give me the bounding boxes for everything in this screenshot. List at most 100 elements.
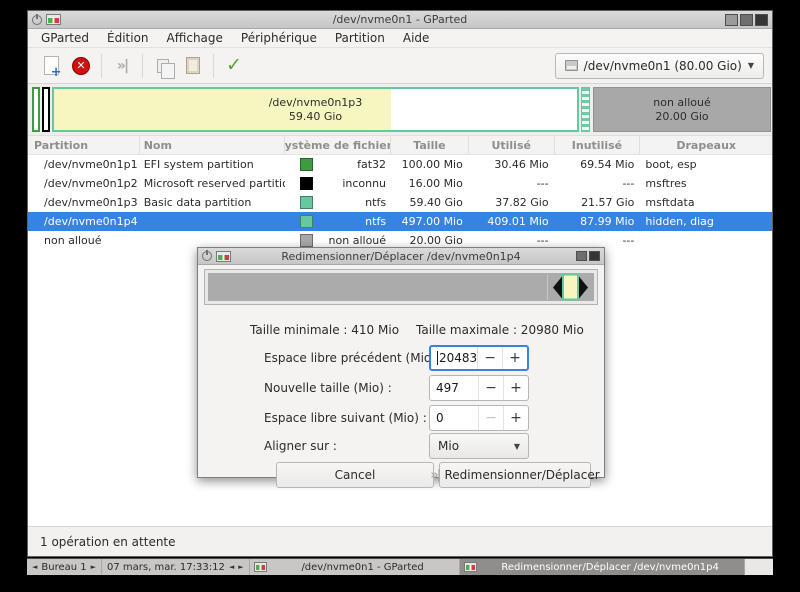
taskbar-task-gparted[interactable]: /dev/nvme0n1 - GParted	[250, 559, 460, 575]
partition-size: 20.00 Gio	[391, 234, 469, 247]
resize-move-button[interactable]: »|	[107, 52, 137, 80]
disk-bar-partition-p4-selected[interactable]	[581, 87, 590, 132]
taskbar-task-resize-dialog-active[interactable]: Redimensionner/Déplacer /dev/nvme0n1p4	[460, 559, 744, 575]
workspace-next-icon[interactable]: ►	[91, 563, 96, 571]
fs-type: fat32	[357, 158, 391, 171]
partition-flags: msftres	[640, 177, 772, 190]
partition-name: EFI system partition	[140, 158, 286, 171]
resize-move-apply-button[interactable]: »| Redimensionner/Déplacer	[439, 462, 591, 488]
disk-bar-partition-p1[interactable]	[32, 87, 40, 132]
resize-move-icon: »|	[430, 468, 439, 483]
disk-bar-unallocated[interactable]: non alloué 20.00 Gio	[593, 87, 771, 132]
fs-color-swatch	[300, 234, 313, 247]
partition-size: 100.00 Mio	[391, 158, 469, 171]
align-to-dropdown[interactable]: Mio ▼	[429, 433, 529, 459]
menu-gparted[interactable]: GParted	[32, 29, 98, 48]
free-space-after-value[interactable]: 0	[430, 411, 478, 425]
header-drapeaux[interactable]: Drapeaux	[640, 136, 772, 154]
new-size-spinner[interactable]: 497 − +	[429, 375, 529, 401]
partition-size: 16.00 Mio	[391, 177, 469, 190]
free-space-before-spinner[interactable]: 20483 − +	[429, 345, 529, 371]
apply-operations-button[interactable]: ✓	[219, 52, 249, 80]
header-taille[interactable]: Taille	[391, 136, 469, 154]
free-space-before-value[interactable]: 20483	[431, 351, 477, 365]
paste-button[interactable]	[178, 52, 208, 80]
chevron-down-icon: ▼	[514, 442, 520, 451]
menu-peripherique[interactable]: Périphérique	[232, 29, 326, 48]
delete-partition-button[interactable]: ✕	[66, 52, 96, 80]
plus-button[interactable]: +	[502, 347, 527, 369]
disk-bar-unallocated-label: non alloué	[653, 96, 711, 110]
header-partition[interactable]: Partition	[28, 136, 140, 154]
fs-type: non alloué	[329, 234, 392, 247]
clock-next-icon[interactable]: ►	[238, 563, 243, 571]
partition-unused: 69.54 Mio	[555, 158, 641, 171]
plus-button[interactable]: +	[503, 376, 528, 400]
table-header: Partition Nom Système de fichiers Taille…	[28, 136, 772, 155]
plus-button[interactable]: +	[503, 406, 528, 430]
menu-partition[interactable]: Partition	[326, 29, 394, 48]
align-to-value: Mio	[438, 439, 459, 453]
taskbar-grip	[744, 559, 773, 575]
partition-path: non alloué	[44, 234, 102, 247]
disk-visual-bar: /dev/nvme0n1p3 59.40 Gio non alloué 20.0…	[28, 84, 772, 136]
resize-handle-left[interactable]	[553, 276, 562, 298]
menu-affichage[interactable]: Affichage	[158, 29, 232, 48]
resize-handle-right[interactable]	[579, 276, 588, 298]
maximize-button[interactable]	[740, 14, 753, 26]
header-utilise[interactable]: Utilisé	[469, 136, 555, 154]
header-systeme-fichiers[interactable]: Système de fichiers	[285, 136, 391, 154]
partition-size: 59.40 Gio	[391, 196, 469, 209]
table-row[interactable]: /dev/nvme0n1p2⚠ Microsoft reserved parti…	[28, 174, 772, 193]
toolbar-separator	[213, 54, 214, 78]
new-size-value[interactable]: 497	[430, 381, 478, 395]
fs-color-swatch	[300, 158, 313, 171]
new-partition-icon	[44, 56, 59, 75]
partition-path: /dev/nvme0n1p3	[44, 196, 138, 209]
minimize-button[interactable]	[725, 14, 738, 26]
partition-unused: 21.57 Gio	[555, 196, 641, 209]
partition-thumb[interactable]	[562, 274, 579, 301]
new-partition-button[interactable]	[36, 52, 66, 80]
dialog-maximize-button[interactable]	[576, 251, 587, 261]
minus-button-disabled: −	[478, 406, 503, 430]
table-row[interactable]: /dev/nvme0n1p1 EFI system partition fat3…	[28, 155, 772, 174]
disk-bar-partition-p3[interactable]: /dev/nvme0n1p3 59.40 Gio	[52, 87, 579, 132]
workspace-prev-icon[interactable]: ◄	[32, 563, 37, 571]
table-row-selected[interactable]: /dev/nvme0n1p4 ntfs 497.00 Mio 409.01 Mi…	[28, 212, 772, 231]
workspace-pager[interactable]: ◄ Bureau 1 ►	[27, 559, 102, 575]
partition-name: Microsoft reserved partition	[140, 177, 286, 190]
menu-aide[interactable]: Aide	[394, 29, 439, 48]
fs-type: ntfs	[365, 196, 391, 209]
fs-color-swatch	[300, 177, 313, 190]
device-selector[interactable]: /dev/nvme0n1 (80.00 Gio) ▼	[555, 53, 764, 79]
gparted-app-icon	[254, 562, 267, 572]
disk-bar-unallocated-size: 20.00 Gio	[653, 110, 711, 124]
resize-move-icon: »|	[117, 58, 127, 74]
header-inutilise[interactable]: Inutilisé	[555, 136, 641, 154]
table-row[interactable]: /dev/nvme0n1p3 Basic data partition ntfs…	[28, 193, 772, 212]
minus-button[interactable]: −	[477, 347, 502, 369]
status-bar: 1 opération en attente	[28, 526, 772, 556]
delete-icon: ✕	[72, 57, 90, 75]
min-size-marker	[547, 274, 548, 300]
align-to-label: Aligner sur :	[264, 439, 337, 453]
resize-track[interactable]	[208, 273, 594, 301]
clock-prev-icon[interactable]: ◄	[229, 563, 234, 571]
header-nom[interactable]: Nom	[140, 136, 286, 154]
toolbar-separator	[101, 54, 102, 78]
apply-check-icon: ✓	[226, 56, 242, 75]
menubar: GParted Édition Affichage Périphérique P…	[28, 29, 772, 48]
close-button[interactable]	[755, 14, 768, 26]
dialog-close-button[interactable]	[589, 251, 600, 261]
pending-operations-text: 1 opération en attente	[40, 535, 176, 549]
minus-button[interactable]: −	[478, 376, 503, 400]
disk-bar-partition-p2[interactable]	[42, 87, 50, 132]
workspace-label: Bureau 1	[41, 562, 86, 573]
partition-flags: boot, esp	[640, 158, 772, 171]
free-space-after-spinner[interactable]: 0 − +	[429, 405, 529, 431]
cancel-button[interactable]: Cancel	[276, 462, 434, 488]
copy-button[interactable]	[148, 52, 178, 80]
menu-edition[interactable]: Édition	[98, 29, 158, 48]
disk-bar-p3-size: 59.40 Gio	[269, 110, 363, 124]
